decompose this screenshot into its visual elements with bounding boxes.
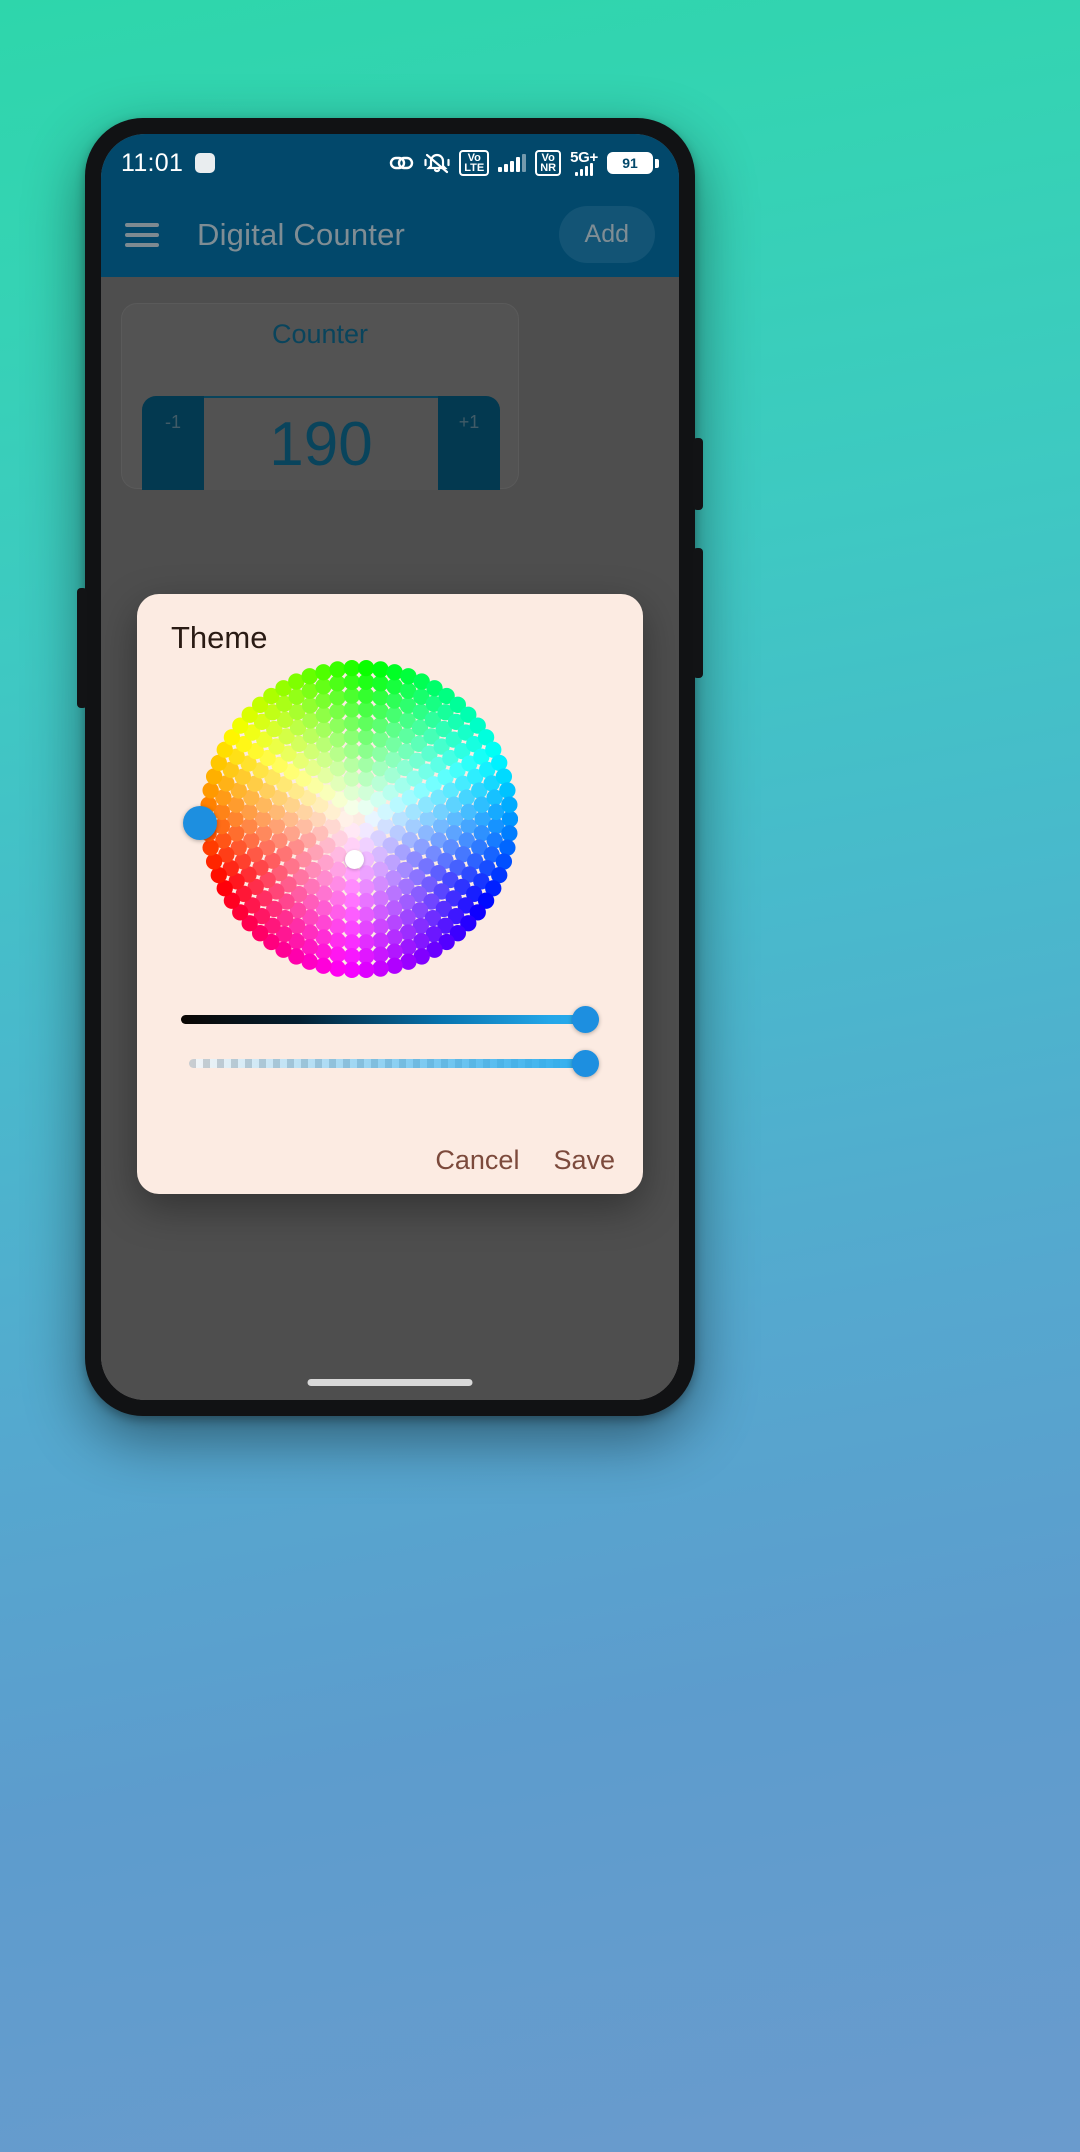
alpha-slider-knob[interactable] [572, 1050, 599, 1077]
color-wheel-handle[interactable] [183, 806, 217, 840]
add-button[interactable]: Add [558, 206, 655, 263]
brightness-slider[interactable] [181, 1002, 599, 1038]
side-button[interactable] [693, 548, 703, 678]
battery-level: 91 [607, 152, 653, 174]
alpha-slider[interactable] [181, 1046, 599, 1082]
color-wheel[interactable] [200, 660, 518, 978]
dialog-title: Theme [171, 620, 268, 655]
status-icons-group: Vo LTE Vo NR 5G+ 91 [389, 149, 659, 177]
main-content: Counter -1 190 +1 Theme Cancel Save [101, 277, 679, 1400]
phone-screen: 11:01 Vo LTE Vo NR 5G+ 91 Digital Counte… [101, 134, 679, 1400]
power-button[interactable] [693, 438, 703, 510]
save-button[interactable]: Save [553, 1145, 615, 1176]
dialog-actions: Cancel Save [435, 1145, 615, 1176]
cancel-button[interactable]: Cancel [435, 1145, 519, 1176]
vonr-icon: Vo NR [535, 149, 562, 177]
page-title: Digital Counter [197, 216, 406, 252]
color-wheel-center [345, 850, 364, 869]
volume-button[interactable] [77, 588, 87, 708]
theme-dialog: Theme Cancel Save [137, 594, 643, 1194]
battery-tip [655, 158, 659, 168]
hamburger-menu-icon[interactable] [125, 222, 159, 247]
signal-bars-icon [498, 154, 527, 172]
home-indicator[interactable] [307, 1379, 473, 1386]
alpha-slider-track [189, 1059, 591, 1068]
status-time: 11:01 [121, 148, 184, 177]
volte-icon: Vo LTE [459, 149, 490, 177]
color-wheel-container[interactable] [165, 660, 615, 978]
network-5g-icon: 5G+ [570, 150, 598, 176]
brightness-slider-track [181, 1015, 599, 1024]
phone-frame: 11:01 Vo LTE Vo NR 5G+ 91 Digital Counte… [77, 118, 703, 1416]
battery-icon: 91 [607, 152, 659, 174]
status-bar: 11:01 Vo LTE Vo NR 5G+ 91 [101, 134, 679, 192]
notification-indicator-icon [195, 153, 216, 173]
app-bar: Digital Counter Add [101, 192, 679, 277]
bell-muted-icon [424, 152, 450, 174]
brightness-slider-knob[interactable] [572, 1006, 599, 1033]
link-icon [389, 153, 415, 173]
